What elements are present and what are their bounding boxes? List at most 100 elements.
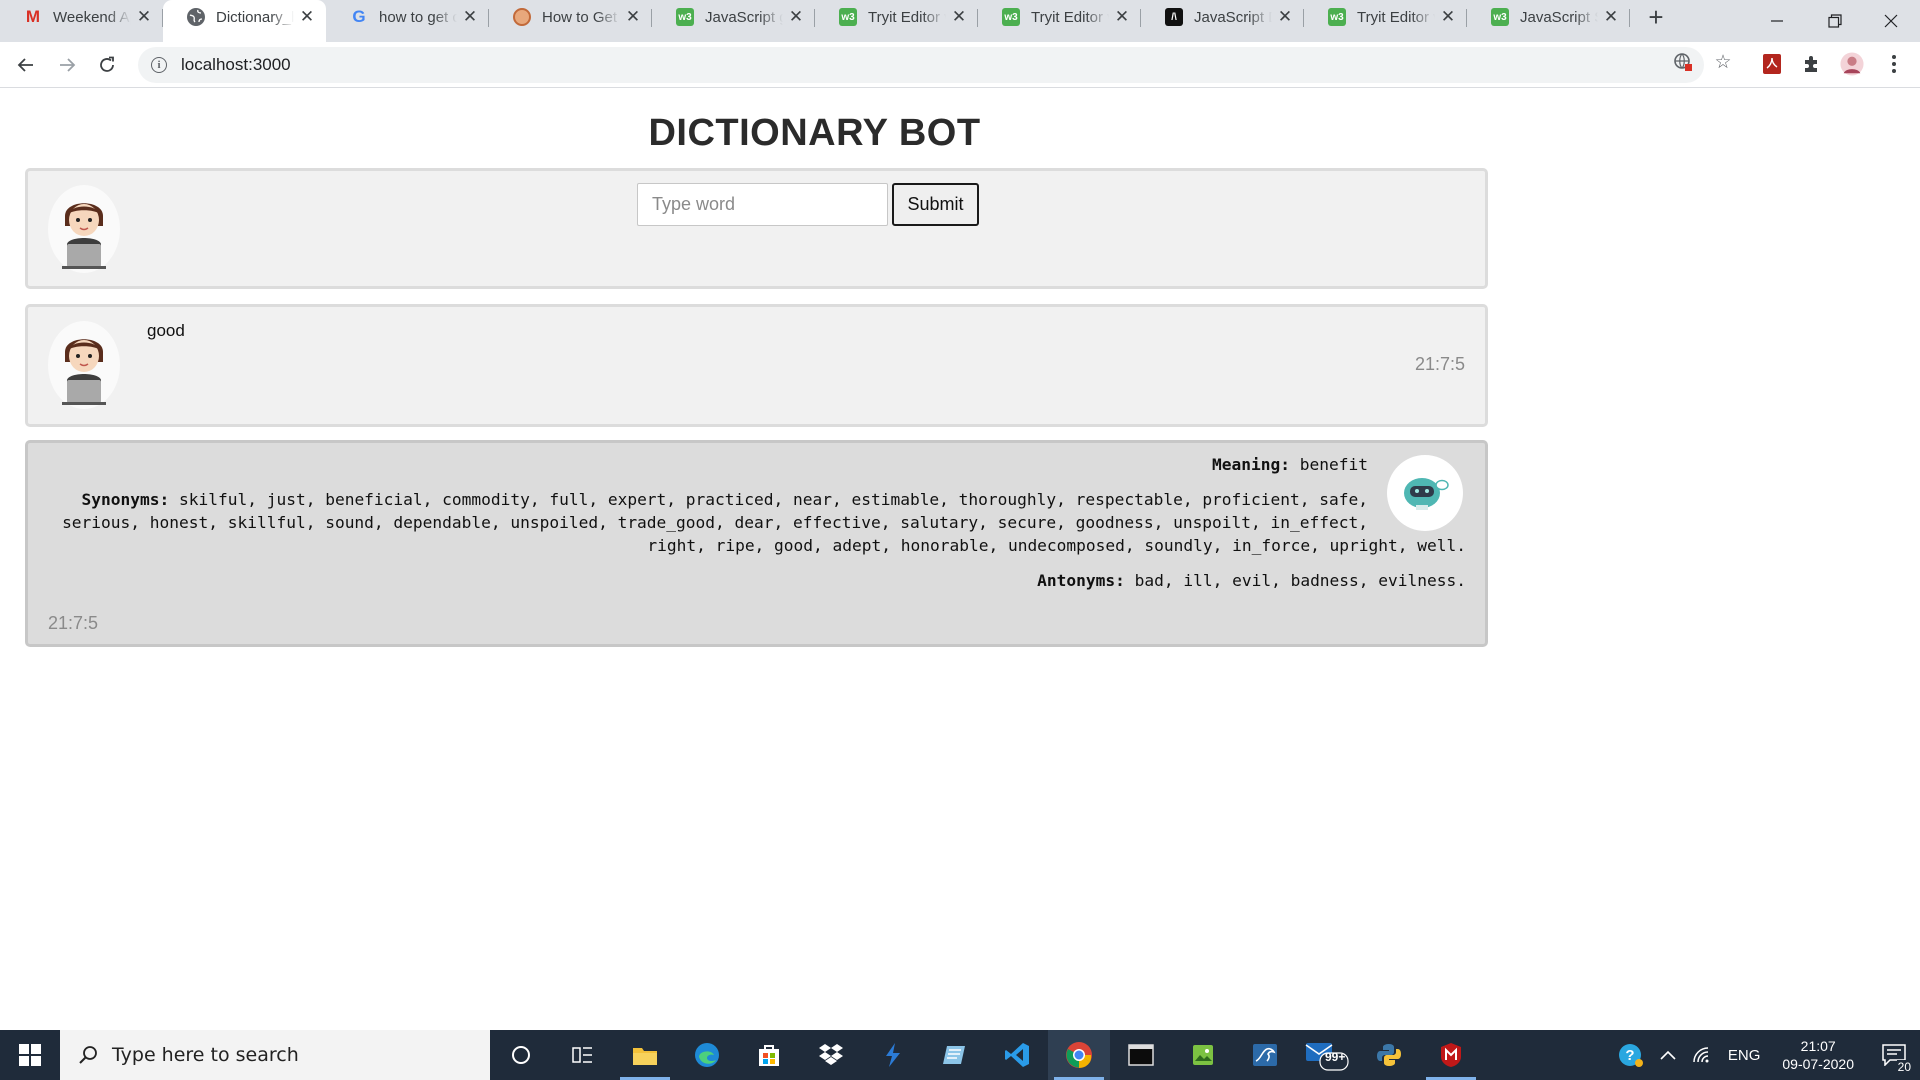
file-explorer-icon[interactable] — [614, 1030, 676, 1080]
chevron-up-icon[interactable] — [1652, 1030, 1684, 1080]
extensions-puzzle-icon[interactable] — [1800, 52, 1824, 76]
wifi-icon[interactable] — [1684, 1030, 1720, 1080]
taskbar-search[interactable]: Type here to search — [60, 1030, 490, 1080]
tab-google[interactable]: G how to get c ✕ — [326, 0, 489, 34]
devdocs-icon: /\ — [1165, 8, 1183, 26]
w3schools-icon: w3 — [1002, 8, 1020, 26]
tab-w3schools[interactable]: w3 JavaScript St ✕ — [1467, 0, 1630, 34]
reload-button[interactable] — [91, 49, 123, 81]
mysql-workbench-icon[interactable] — [1234, 1030, 1296, 1080]
clock[interactable]: 21:07 09-07-2020 — [1768, 1037, 1868, 1073]
user-message-card: good 21:7:5 — [25, 304, 1488, 427]
gmail-icon: M — [25, 7, 41, 26]
new-tab-button[interactable]: + — [1636, 0, 1676, 34]
notification-count: 20 — [1896, 1060, 1912, 1074]
cortana-icon[interactable] — [490, 1030, 552, 1080]
message-timestamp: 21:7:5 — [48, 613, 99, 633]
page-content: DICTIONARY BOT Submit — [0, 88, 1920, 1030]
close-icon[interactable]: ✕ — [1439, 7, 1457, 26]
user-avatar — [47, 184, 121, 274]
chrome-icon[interactable] — [1048, 1030, 1110, 1080]
input-card: Submit — [25, 168, 1488, 289]
submit-button[interactable]: Submit — [892, 183, 979, 226]
language-indicator[interactable]: ENG — [1720, 1030, 1769, 1080]
start-button[interactable] — [0, 1030, 60, 1080]
synonyms-line: serious, honest, skillful, sound, depend… — [62, 513, 1368, 532]
howto-icon — [513, 8, 531, 26]
mcafee-icon[interactable] — [1420, 1030, 1482, 1080]
taskbar: Type here to search 99+ ? ENG 21:07 09-0… — [0, 1030, 1920, 1080]
close-icon[interactable]: ✕ — [1276, 7, 1294, 26]
bookmark-star-icon[interactable]: ☆ — [1712, 51, 1734, 73]
close-icon[interactable]: ✕ — [1113, 7, 1131, 26]
translate-blocked-icon[interactable] — [1672, 51, 1694, 73]
notes-app-icon[interactable] — [924, 1030, 986, 1080]
pdf-extension-icon[interactable] — [1760, 52, 1784, 76]
meaning-value: benefit — [1299, 455, 1368, 474]
terminal-icon[interactable] — [1110, 1030, 1172, 1080]
close-icon[interactable]: ✕ — [787, 7, 805, 26]
tab-devdocs[interactable]: /\ JavaScript D ✕ — [1141, 0, 1304, 34]
windows-icon — [19, 1044, 41, 1066]
tab-title: How to Get ( — [542, 8, 620, 26]
close-icon[interactable]: ✕ — [1602, 7, 1620, 26]
w3schools-icon: w3 — [1328, 8, 1346, 26]
close-window-button[interactable] — [1862, 0, 1920, 42]
synonyms-text: skilful, just, beneficial, commodity, fu… — [179, 490, 1368, 509]
word-input[interactable] — [637, 183, 888, 226]
tab-tryit[interactable]: w3 Tryit Editor v ✕ — [978, 0, 1141, 34]
tab-gmail[interactable]: M Weekend Ap ✕ — [0, 0, 163, 34]
antonyms-label: Antonyms: — [1037, 571, 1125, 590]
url-text: localhost:3000 — [181, 55, 291, 74]
mail-icon[interactable]: 99+ — [1296, 1030, 1358, 1080]
address-bar[interactable]: i localhost:3000 — [138, 47, 1704, 83]
vscode-icon[interactable] — [986, 1030, 1048, 1080]
tab-title: Tryit Editor v — [868, 8, 946, 26]
forward-button[interactable] — [51, 49, 83, 81]
w3schools-icon: w3 — [676, 8, 694, 26]
menu-kebab-icon[interactable] — [1882, 52, 1906, 76]
search-placeholder: Type here to search — [112, 1044, 299, 1066]
tab-tryit[interactable]: w3 Tryit Editor v ✕ — [815, 0, 978, 34]
restore-button[interactable] — [1806, 0, 1864, 42]
tab-w3schools[interactable]: w3 JavaScript g ✕ — [652, 0, 815, 34]
meaning-label: Meaning: — [1212, 455, 1291, 474]
help-icon[interactable]: ? — [1610, 1030, 1652, 1080]
close-icon[interactable]: ✕ — [298, 7, 316, 26]
tab-tryit[interactable]: w3 Tryit Editor v ✕ — [1304, 0, 1467, 34]
tab-title: JavaScript g — [705, 8, 783, 26]
tab-howto[interactable]: How to Get ( ✕ — [489, 0, 652, 34]
message-timestamp: 21:7:5 — [1414, 354, 1465, 374]
user-message-text: good — [147, 321, 185, 340]
edge-icon[interactable] — [676, 1030, 738, 1080]
profile-avatar[interactable] — [1840, 52, 1864, 76]
back-button[interactable] — [10, 49, 42, 81]
close-icon[interactable]: ✕ — [461, 7, 479, 26]
task-view-icon[interactable] — [552, 1030, 614, 1080]
antonyms-row: Antonyms: bad, ill, evil, badness, eviln… — [52, 569, 1466, 592]
tab-dictionary[interactable]: Dictionary_b ✕ — [163, 0, 326, 42]
search-icon — [76, 1043, 100, 1067]
google-icon: G — [352, 7, 366, 26]
page-title: DICTIONARY BOT — [648, 112, 981, 154]
tab-title: Weekend Ap — [53, 8, 131, 26]
close-icon[interactable]: ✕ — [135, 7, 153, 26]
bot-message-body: Meaning: benefit Synonyms: skilful, just… — [52, 453, 1466, 592]
tab-title: Tryit Editor v — [1357, 8, 1435, 26]
python-icon[interactable] — [1358, 1030, 1420, 1080]
image-editor-icon[interactable] — [1172, 1030, 1234, 1080]
synonyms-label: Synonyms: — [81, 490, 170, 509]
dropbox-icon[interactable] — [800, 1030, 862, 1080]
notifications-button[interactable]: 20 — [1868, 1030, 1920, 1080]
tab-title: Dictionary_b — [216, 8, 294, 26]
code-editor-icon[interactable] — [862, 1030, 924, 1080]
close-icon[interactable]: ✕ — [624, 7, 642, 26]
store-icon[interactable] — [738, 1030, 800, 1080]
tab-title: JavaScript D — [1194, 8, 1272, 26]
site-info-icon[interactable]: i — [151, 57, 167, 73]
tab-title: how to get c — [379, 8, 457, 26]
w3schools-icon: w3 — [839, 8, 857, 26]
minimize-button[interactable] — [1748, 0, 1806, 42]
close-icon[interactable]: ✕ — [950, 7, 968, 26]
bot-message-card: Meaning: benefit Synonyms: skilful, just… — [25, 440, 1488, 647]
